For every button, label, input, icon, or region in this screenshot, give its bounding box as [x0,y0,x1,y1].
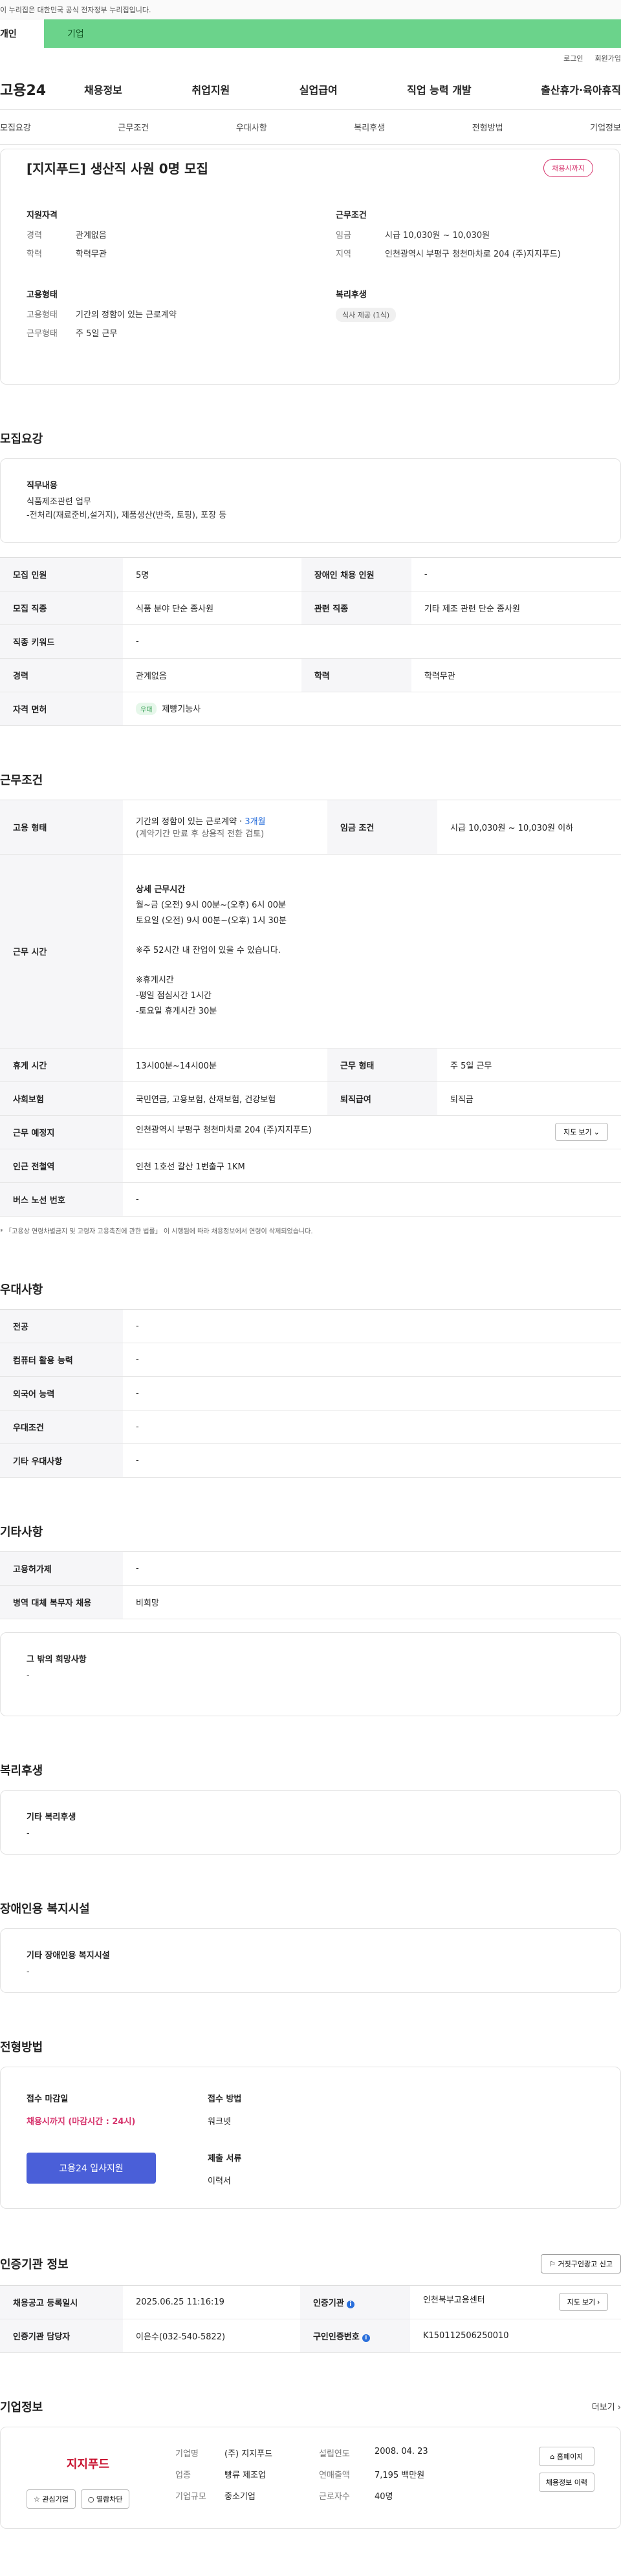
subnav-selection[interactable]: 전형방법 [472,121,503,133]
deadline-text: 채용시까지 (마감시간 : 24시) [27,2116,136,2127]
table-row: 병역 대체 복무자 채용 비희망 [0,1585,621,1619]
gnb-item-employment-support[interactable]: 취업지원 [191,81,230,97]
section-benefits-title: 복리후생 [0,1763,43,1778]
info-icon[interactable]: i [346,2300,354,2308]
company-info-grid: 기업명 (주) 지지푸드 설립연도 2008. 04. 23 업종 빵류 제조업 연매출액… [175,2446,428,2502]
job-summary-card: [지지푸드] 생산직 사원 0명 모집 채용시까지 지원자격 경력 관계없음 학력… [0,149,620,385]
table-row: 고용허가제 - [0,1551,621,1586]
company-more-link[interactable]: 더보기 › [592,2400,621,2412]
tab-company[interactable]: 기업 [44,19,621,48]
cert-header: 인증기관 정보 ⚐ 거짓구인광고 신고 [0,2253,621,2273]
flag-icon: ⚐ [549,2259,556,2268]
map-view-button[interactable]: 지도 보기 ⌄ [555,1123,608,1142]
login-link[interactable]: 로그인 [563,53,583,63]
favorite-company-button[interactable]: ☆ 관심기업 [27,2489,76,2509]
benefits-box: 기타 복리후생 - [0,1789,621,1855]
subnav-preference[interactable]: 우대사항 [236,121,267,133]
job-description-box: 직무내용 식품제조관련 업무 -전처리(재료준비,설거지), 제품생산(반죽, … [0,458,621,543]
table-row: 모집 직종 식품 분야 단순 종사원 관련 직종 기타 제조 관련 단순 종사원 [0,591,621,625]
home-icon: ⌂ [550,2452,555,2461]
preferred-badge: 우대 [136,703,157,716]
summary-conditions: 근무조건 임금 시급 10,030원 ~ 10,030원 지역 인천광역시 부평구 … [336,211,561,259]
section-recruit-title: 모집요강 [0,432,43,446]
table-row: 외국어 능력 - [0,1376,621,1410]
table-row: 자격 면허 우대 제빵기능사 [0,692,621,726]
disability-box: 기타 장애인용 복지시설 - [0,1928,621,1993]
gnb-menu: 채용정보 취업지원 실업급여 직업 능력 개발 출산휴가·육아휴직 [58,81,621,97]
subnav-company[interactable]: 기업정보 [590,121,621,133]
chevron-right-icon: › [617,2403,621,2413]
table-row: 근무 예정지 인천광역시 부평구 청천마차로 204 (주)지지푸드) 지도 보기 … [0,1115,621,1149]
table-row: 인근 전철역 인천 1호선 갈산 1번출구 1KM [0,1149,621,1183]
gnb-item-vocational-training[interactable]: 직업 능력 개발 [407,81,471,97]
work-table: 고용 형태 기간의 정함이 있는 근로계약 · 3개월 (계약기간 만료 후 상용… [0,799,621,1217]
util-links: 로그인 회원가입 [0,48,621,69]
star-icon: ☆ [34,2495,40,2504]
gov-banner: 이 누리집은 대한민국 공식 전자정부 누리집입니다. [0,0,621,19]
section-nav: 모집요강 근무조건 우대사항 복리후생 전형방법 기업정보 [0,110,621,145]
report-fake-ad-button[interactable]: ⚐ 거짓구인광고 신고 [541,2253,621,2273]
gnb-item-parental-leave[interactable]: 출산휴가·육아휴직 [541,81,621,97]
global-nav: 고용24 채용정보 취업지원 실업급여 직업 능력 개발 출산휴가·육아휴직 [0,69,621,110]
job-desc-line: 식품제조관련 업무 [27,497,91,507]
summary-employment: 고용형태 고용형태 기간의 정함이 있는 근로계약 근무형태 주 5일 근무 [27,290,177,339]
table-row: 경력 관계없음 학력 학력무관 [0,658,621,692]
apply-button[interactable]: 고용24 입사지원 [27,2152,156,2184]
section-etc-title: 기타사항 [0,1525,43,1539]
subnav-benefits[interactable]: 복리후생 [354,121,385,133]
table-row: 고용 형태 기간의 정함이 있는 근로계약 · 3개월 (계약기간 만료 후 상용… [0,800,621,855]
table-row: 전공 - [0,1309,621,1343]
table-row: 사회보험 국민연금, 고용보험, 산재보험, 건강보험 퇴직급여 퇴직금 [0,1081,621,1116]
table-row: 우대조건 - [0,1410,621,1444]
user-type-tabs: 개인 기업 [0,19,621,48]
table-row: 근무 시간 상세 근무시간 월~금 (오전) 9시 00분~(오후) 6시 00… [0,854,621,1048]
deadline-badge: 채용시까지 [543,158,593,177]
chevron-right-icon: › [597,2299,600,2307]
signup-link[interactable]: 회원가입 [595,53,621,63]
summary-qualification: 지원자격 경력 관계없음 학력 학력무관 [27,211,107,259]
section-preference-title: 우대사항 [0,1283,43,1297]
cert-table: 채용공고 등록일시 2025.06.25 11:16:19 인증기관 i 인천북부고용센… [0,2284,621,2353]
info-icon[interactable]: i [362,2334,370,2342]
section-disability-title: 장애인용 복지시설 [0,1902,90,1916]
section-cert-title: 인증기관 정보 [0,2257,69,2272]
company-logo: 지지푸드 [66,2457,110,2471]
other-wishes-box: 그 밖의 희망사항 - [0,1632,621,1716]
table-row: 직종 키워드 - [0,624,621,659]
welfare-chip: 식사 제공 (1식) [336,308,397,322]
table-row: 버스 노선 번호 - [0,1182,621,1217]
subnav-recruit[interactable]: 모집요강 [0,121,31,133]
homepage-button[interactable]: ⌂ 홈페이지 [538,2446,594,2466]
company-card: 지지푸드 ☆ 관심기업 ○ 열람차단 기업명 (주) 지지푸드 설립연도 2008. … [0,2426,621,2529]
tab-personal[interactable]: 개인 [0,19,44,48]
section-company-title: 기업정보 [0,2400,43,2414]
subnav-work[interactable]: 근무조건 [118,121,149,133]
gnb-item-unemployment-benefit[interactable]: 실업급여 [300,81,338,97]
job-title: [지지푸드] 생산직 사원 0명 모집 [27,161,208,176]
section-work-title: 근무조건 [0,773,43,787]
site-logo[interactable]: 고용24 [0,79,58,100]
table-row: 모집 인원 5명 장애인 채용 인원 - [0,557,621,591]
recruit-table: 모집 인원 5명 장애인 채용 인원 - 모집 직종 식품 분야 단순 종사원 관련 직종… [0,557,621,726]
summary-welfare: 복리후생 식사 제공 (1식) [336,288,593,345]
table-row: 컴퓨터 활용 능력 - [0,1343,621,1377]
age-law-note: * 「고용상 연령차별금지 및 고령자 고용촉진에 관한 법률」 이 시행됨에 … [0,1228,313,1235]
selection-box: 접수 마감일 채용시까지 (마감시간 : 24시) 고용24 입사지원 접수 방… [0,2066,621,2209]
preference-table: 전공 - 컴퓨터 활용 능력 - 외국어 능력 - 우대조건 - 기타 우대사항 - [0,1308,621,1478]
gnb-item-jobs[interactable]: 채용정보 [84,81,122,97]
job-history-button[interactable]: 채용정보 이력 [538,2472,594,2492]
etc-table: 고용허가제 - 병역 대체 복무자 채용 비희망 [0,1551,621,1619]
table-row: 기타 우대사항 - [0,1443,621,1478]
chevron-down-icon: ⌄ [593,1129,600,1137]
company-header: 기업정보 더보기 › [0,2398,621,2415]
cert-map-button[interactable]: 지도 보기 › [558,2293,608,2312]
table-row: 휴게 시간 13시00분~14시00분 근무 형태 주 5일 근무 [0,1048,621,1082]
section-selection-title: 전형방법 [0,2040,43,2054]
circle-icon: ○ [87,2495,94,2504]
table-row: 채용공고 등록일시 2025.06.25 11:16:19 인증기관 i 인천북부고용센… [0,2285,621,2319]
job-desc-line: -전처리(재료준비,설거지), 제품생산(반죽, 토핑), 포장 등 [27,510,227,520]
block-view-button[interactable]: ○ 열람차단 [80,2489,130,2509]
table-row: 인증기관 담당자 이은수(032-540-5822) 구인인증번호 i K1501125… [0,2319,621,2353]
